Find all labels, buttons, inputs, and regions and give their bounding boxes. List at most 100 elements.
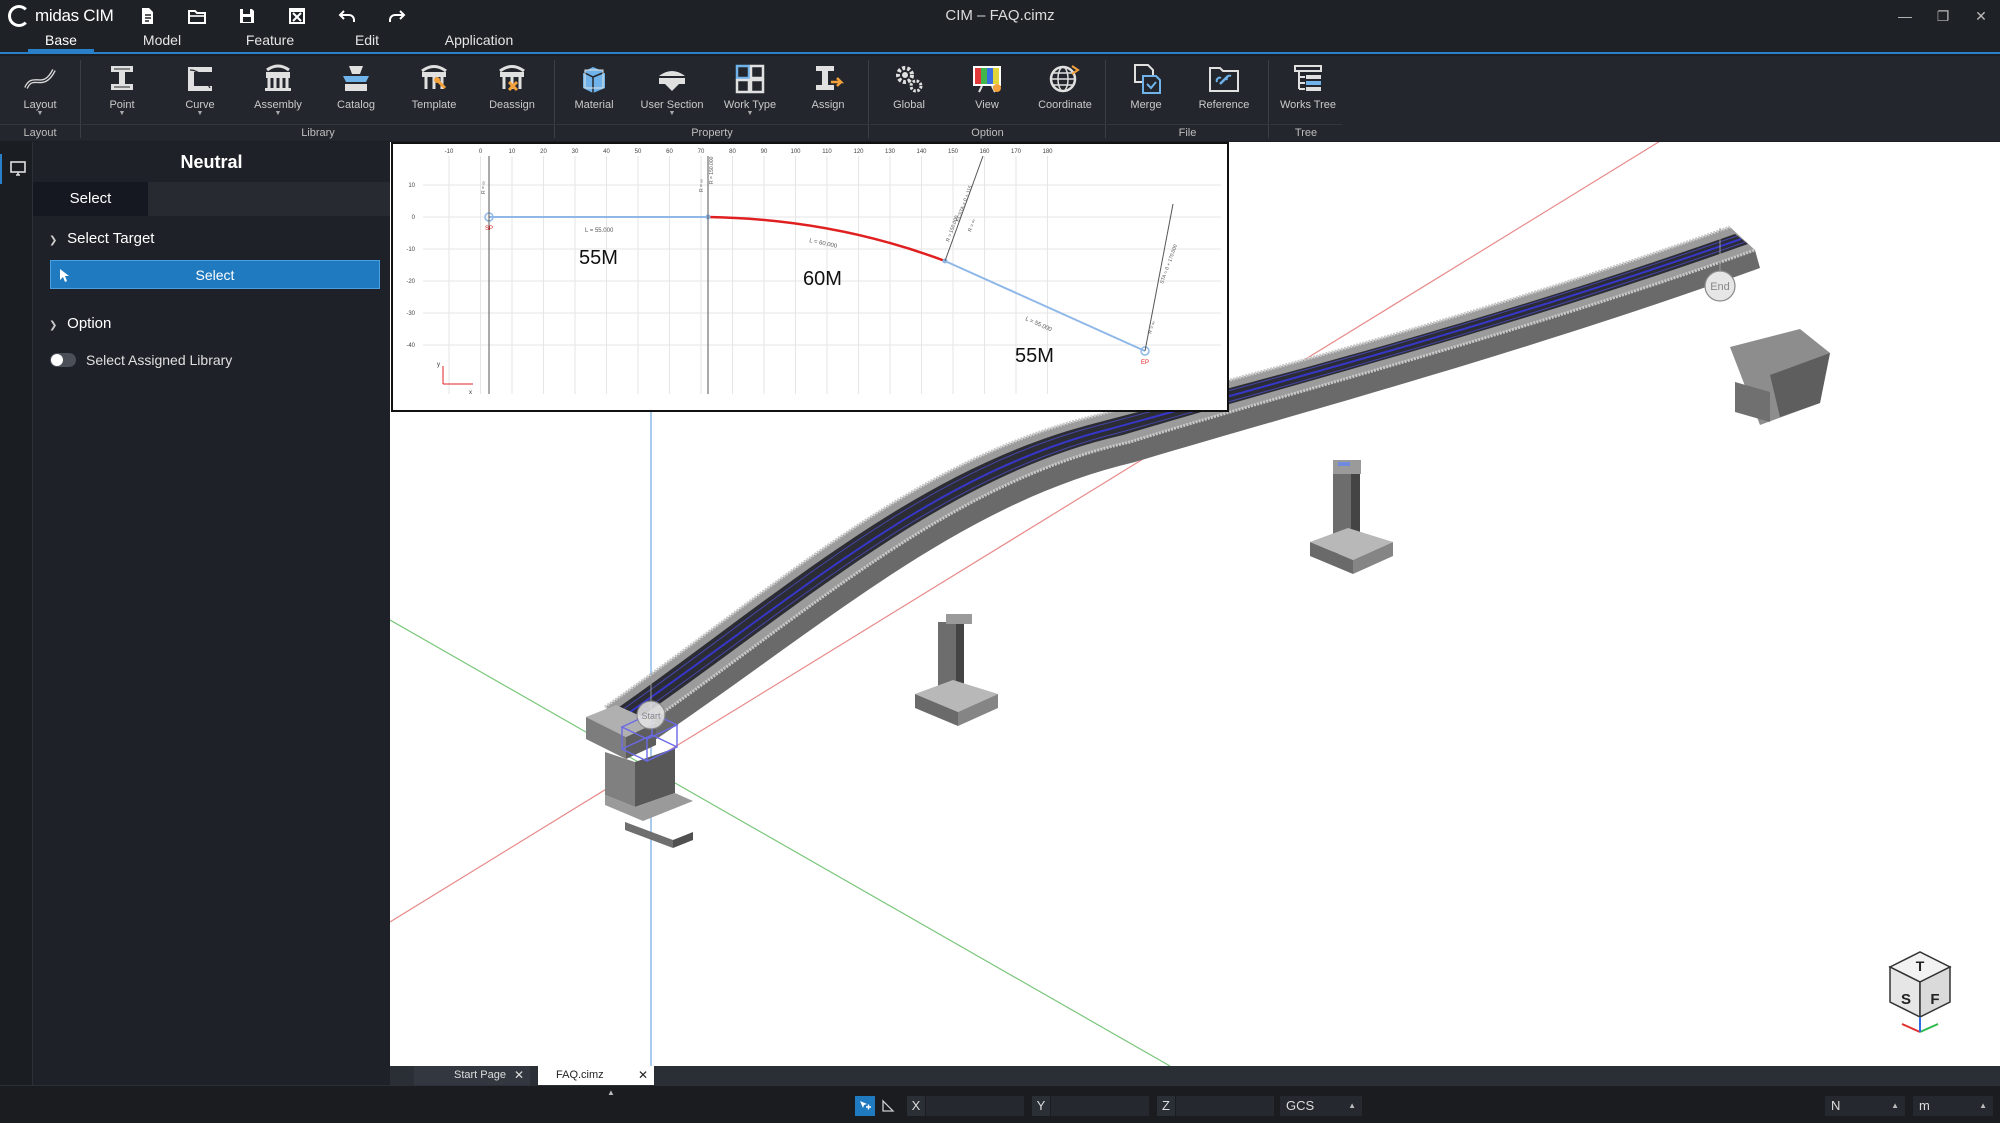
ribbon-separator xyxy=(554,60,555,138)
snap-toggle[interactable] xyxy=(855,1096,875,1116)
coordinate-system-value: GCS xyxy=(1286,1098,1315,1113)
option-header[interactable]: ❯ Option xyxy=(33,307,390,341)
minimize-icon: — xyxy=(1898,8,1912,24)
plan-x-ticks: -10 0 10 20 30 40 50 60 70 80 90 100 110 120 130 140 150… xyxy=(445,149,1054,155)
merge-button[interactable]: Merge xyxy=(1114,60,1178,124)
work-type-button[interactable]: Work Type ▼ xyxy=(718,60,782,124)
open-file-button[interactable] xyxy=(186,5,208,27)
global-button[interactable]: Global xyxy=(877,60,941,124)
station-label: STA = 0 + 170.000 xyxy=(1159,244,1179,285)
doc-tab-label: Start Page xyxy=(454,1069,506,1081)
tab-edit[interactable]: Edit xyxy=(342,30,392,52)
neutral-panel-toggle[interactable] xyxy=(0,154,33,184)
select-target-title: Select Target xyxy=(67,230,155,247)
save-button[interactable] xyxy=(236,5,258,27)
radius-label: R = ∞ xyxy=(481,181,487,194)
template-button[interactable]: Template xyxy=(402,60,466,124)
restore-button[interactable]: ❐ xyxy=(1924,0,1962,32)
new-file-button[interactable] xyxy=(136,5,158,27)
tab-application[interactable]: Application xyxy=(432,30,526,52)
y-coord-input[interactable] xyxy=(1051,1096,1149,1116)
side-strip xyxy=(0,142,33,1085)
point-button[interactable]: Point ▼ xyxy=(90,60,154,124)
close-window-button[interactable]: ✕ xyxy=(1962,0,2000,32)
dropdown-arrow-icon: ▼ xyxy=(36,110,44,117)
app-window: midas CIM CIM – FAQ.cimz — ❐ ✕ Base Mode… xyxy=(0,0,2000,1123)
caret-up-icon: ▲ xyxy=(1891,1101,1899,1110)
material-button[interactable]: Material xyxy=(562,60,626,124)
ribbon-separator xyxy=(80,60,81,138)
z-coord-label: Z xyxy=(1157,1096,1175,1116)
redo-button[interactable] xyxy=(386,5,408,27)
select-target-header[interactable]: ❯ Select Target xyxy=(33,222,390,256)
view-cube-top[interactable]: T xyxy=(1916,958,1925,974)
select-button[interactable]: Select xyxy=(50,260,380,289)
end-abutment xyxy=(1730,329,1830,425)
length-unit-select[interactable]: m ▲ xyxy=(1913,1096,1993,1116)
tangent-2 xyxy=(944,260,1146,352)
assembly-button[interactable]: Assembly ▼ xyxy=(246,60,310,124)
alignment-plan: -10 0 10 20 30 40 50 60 70 80 90 100 110 120 130 140 150… xyxy=(406,149,1221,396)
group-file: File xyxy=(1107,124,1268,141)
deassign-label: Deassign xyxy=(489,99,535,111)
view-button[interactable]: View xyxy=(955,60,1019,124)
chevron-down-icon: ❯ xyxy=(49,320,58,331)
select-assigned-library-toggle[interactable] xyxy=(50,353,76,367)
coordinate-label: Coordinate xyxy=(1038,99,1092,111)
chevron-up-icon[interactable]: ▲ xyxy=(607,1088,615,1097)
assign-button[interactable]: Assign xyxy=(796,60,860,124)
layout-icon xyxy=(24,69,56,89)
works-tree-button[interactable]: Works Tree xyxy=(1275,60,1341,124)
tab-base[interactable]: Base xyxy=(28,30,94,52)
undo-icon xyxy=(338,10,355,22)
close-file-icon xyxy=(288,8,305,24)
grid-toggle[interactable] xyxy=(878,1096,898,1116)
reference-button[interactable]: Reference xyxy=(1192,60,1256,124)
x-tick-label: 100 xyxy=(790,149,801,155)
user-section-button[interactable]: User Section ▼ xyxy=(640,60,704,124)
catalog-button[interactable]: Catalog xyxy=(324,60,388,124)
plan-x-axis-label: x xyxy=(469,390,472,396)
works-tree-label: Works Tree xyxy=(1279,99,1337,111)
layout-button[interactable]: Layout ▼ xyxy=(8,60,72,124)
open-folder-icon xyxy=(187,10,206,24)
gear-icon xyxy=(896,66,923,93)
close-file-button[interactable] xyxy=(286,5,308,27)
close-icon[interactable]: ✕ xyxy=(638,1066,648,1085)
chevron-down-icon: ❯ xyxy=(49,235,58,246)
doc-tab-faq[interactable]: FAQ.cimz ✕ xyxy=(538,1066,654,1085)
material-label: Material xyxy=(574,99,614,111)
curve-button[interactable]: Curve ▼ xyxy=(168,60,232,124)
force-unit-select[interactable]: N ▲ xyxy=(1825,1096,1905,1116)
undo-button[interactable] xyxy=(336,5,358,27)
close-icon[interactable]: ✕ xyxy=(514,1066,524,1085)
reference-label: Reference xyxy=(1198,99,1250,111)
title-bar: midas CIM CIM – FAQ.cimz — ❐ ✕ xyxy=(0,0,2000,32)
tab-feature[interactable]: Feature xyxy=(240,30,300,52)
y-tick-label: -10 xyxy=(406,247,415,253)
x-tick-label: 110 xyxy=(822,149,832,155)
z-coord-input[interactable] xyxy=(1176,1096,1274,1116)
panel-tabs: Select xyxy=(33,182,390,216)
x-tick-label: -10 xyxy=(445,149,454,155)
coordinate-button[interactable]: Coordinate xyxy=(1033,60,1097,124)
view-cube-left[interactable]: S xyxy=(1901,991,1911,1008)
template-label: Template xyxy=(411,99,457,111)
view-cube[interactable]: T S F xyxy=(1888,951,1952,1033)
deassign-button[interactable]: Deassign xyxy=(480,60,544,124)
ribbon-separator xyxy=(868,60,869,138)
tab-model[interactable]: Model xyxy=(134,30,190,52)
coordinate-system-select[interactable]: GCS ▲ xyxy=(1280,1096,1362,1116)
panel-title: Neutral xyxy=(180,152,243,172)
select-assigned-library-label: Select Assigned Library xyxy=(86,352,233,368)
x-tick-label: 90 xyxy=(761,149,768,155)
panel-tab-select[interactable]: Select xyxy=(33,182,148,216)
radius-label: R = 150.000 xyxy=(709,156,715,184)
x-coord-input[interactable] xyxy=(926,1096,1024,1116)
doc-tab-start-page[interactable]: Start Page ✕ xyxy=(414,1066,530,1085)
minimize-button[interactable]: — xyxy=(1886,0,1924,32)
view-cube-right[interactable]: F xyxy=(1930,991,1939,1008)
save-icon xyxy=(239,9,254,23)
user-section-icon xyxy=(659,71,685,91)
global-label: Global xyxy=(893,99,925,111)
